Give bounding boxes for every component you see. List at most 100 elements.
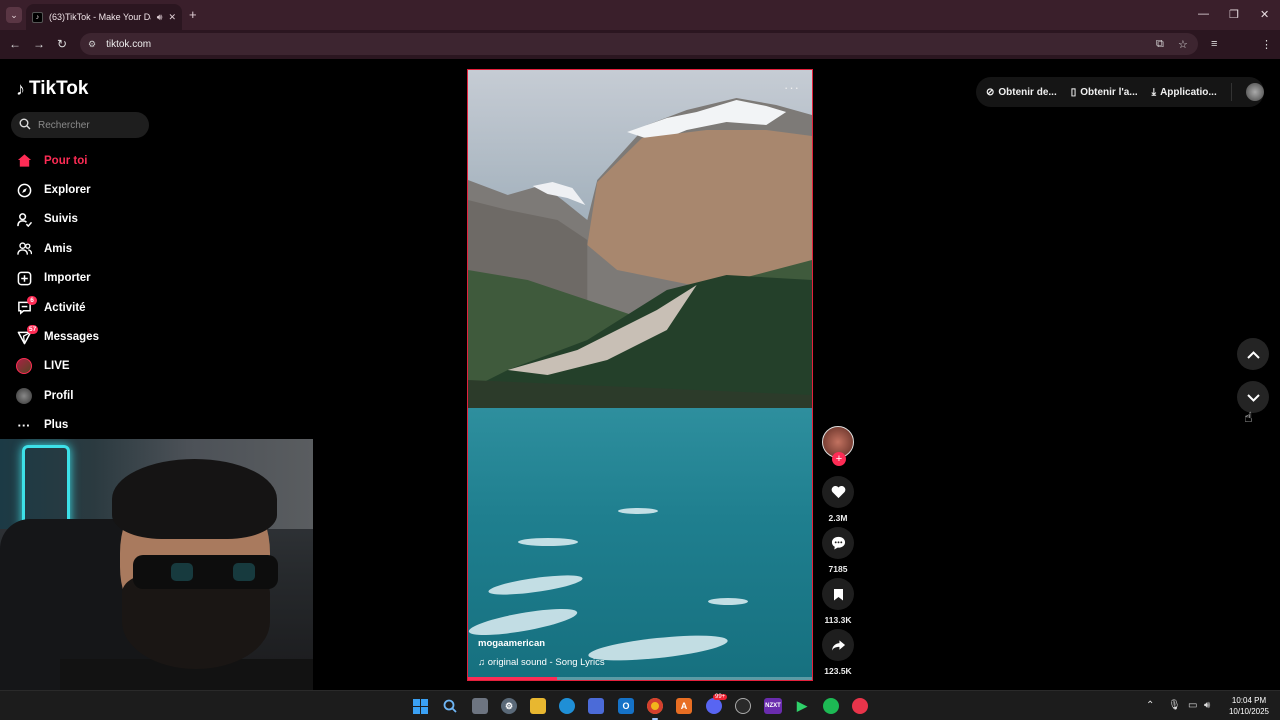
file-explorer-icon[interactable] <box>530 698 546 714</box>
sidebar-item-label: Suivis <box>44 213 78 226</box>
webcam-person-hair <box>112 459 277 539</box>
minimize-icon[interactable]: — <box>1198 8 1209 20</box>
site-info-icon[interactable]: ⚙︎ <box>88 39 96 50</box>
browser-menu-icon[interactable]: ⋮ <box>1261 38 1272 51</box>
nzxt-icon[interactable]: NZXT <box>764 698 782 714</box>
sidebar-item-label: Explorer <box>44 184 91 197</box>
reload-icon[interactable]: ↻ <box>57 37 67 51</box>
chevron-up-icon <box>1246 347 1260 362</box>
desktop-app-label: Applicatio... <box>1160 86 1217 98</box>
media-control-icon[interactable]: ≡ <box>1211 38 1217 50</box>
sidebar-item-amis[interactable]: Amis <box>0 234 200 263</box>
volume-icon[interactable]: 🔊︎ <box>1204 700 1210 711</box>
search-input[interactable]: Rechercher <box>11 112 149 138</box>
video-sound-label: original sound - Song Lyrics <box>487 657 605 668</box>
discord-icon[interactable] <box>706 698 722 714</box>
sidebar-item-messages[interactable]: 57 Messages <box>0 322 200 351</box>
creator-avatar[interactable]: + <box>822 426 854 466</box>
new-tab-button[interactable]: + <box>189 8 197 22</box>
follow-plus-icon[interactable]: + <box>832 452 846 466</box>
bookmark-icon[interactable] <box>822 578 854 610</box>
profile-icon <box>16 387 32 404</box>
outlook-icon[interactable]: O <box>618 698 634 714</box>
tiktok-page: ♪ TikTok Rechercher Pour toi Explorer Su… <box>0 60 1280 690</box>
sidebar-item-profil[interactable]: Profil <box>0 381 200 410</box>
speaker-icon[interactable]: 🔊︎ <box>157 12 163 23</box>
browser-toolbar: ← → ↻ ⚙︎ tiktok.com ⧉ ☆ ≡ ⋮ <box>0 30 1280 80</box>
user-avatar[interactable] <box>1245 83 1264 101</box>
app-a-icon[interactable]: A <box>676 698 692 714</box>
sidebar-item-label: Pour toi <box>44 154 88 167</box>
task-view-icon[interactable] <box>472 698 488 714</box>
top-right-actions: ⊘ Obtenir de... ▯ Obtenir l'a... ⤓ Appli… <box>976 77 1264 107</box>
desktop-app-button[interactable]: ⤓ Applicatio... <box>1152 87 1217 98</box>
url-text: tiktok.com <box>106 38 152 50</box>
sidebar-item-plus[interactable]: ··· Plus <box>0 411 200 440</box>
tiktok-logo[interactable]: ♪ TikTok <box>16 78 88 100</box>
next-video-button[interactable] <box>1237 381 1269 413</box>
comment-count: 7185 <box>828 564 848 574</box>
sidebar-item-pour-toi[interactable]: Pour toi <box>0 146 200 175</box>
system-clock[interactable]: 10:04 PM 10/10/2025 <box>1222 695 1276 717</box>
video-player[interactable]: ··· mogaamerican ♫ original sound - Song… <box>467 69 813 681</box>
browser-tab-tiktok[interactable]: ♪ (63)TikTok - Make Your Day 🔊︎ ✕ <box>26 4 182 30</box>
browser-tab-strip: ⌄ ♪ (63)TikTok - Make Your Day 🔊︎ ✕ + — … <box>0 0 1280 30</box>
back-icon[interactable]: ← <box>9 37 21 51</box>
chrome-icon[interactable] <box>647 698 663 714</box>
phone-icon: ▯ <box>1070 86 1077 98</box>
tiktok-favicon-icon: ♪ <box>32 11 43 23</box>
video-more-options-icon[interactable]: ··· <box>784 80 800 95</box>
chevron-down-icon: ⌄ <box>10 9 18 20</box>
bookmark-star-icon[interactable]: ☆ <box>1178 38 1188 51</box>
search-icon <box>19 118 31 133</box>
share-action[interactable]: 123.5K <box>820 629 856 676</box>
following-icon <box>16 211 32 227</box>
restore-icon[interactable]: ❐ <box>1229 8 1239 21</box>
heart-icon[interactable] <box>822 476 854 508</box>
windows-start-icon[interactable] <box>412 698 428 714</box>
friends-icon <box>16 241 32 257</box>
spotify-icon[interactable] <box>823 698 839 714</box>
share-icon[interactable] <box>822 629 854 661</box>
search-icon[interactable] <box>442 698 458 714</box>
chevron-down-icon <box>1246 390 1260 405</box>
close-window-icon[interactable]: ✕ <box>1260 8 1269 21</box>
close-tab-icon[interactable]: ✕ <box>168 12 176 23</box>
address-bar[interactable]: ⚙︎ tiktok.com <box>80 33 1198 55</box>
microphone-icon[interactable]: 🎙︎ <box>1168 700 1181 711</box>
hand-cursor-icon: ☝︎ <box>1244 409 1253 425</box>
store-icon[interactable] <box>588 698 604 714</box>
install-app-icon[interactable]: ⧉ <box>1156 38 1164 51</box>
comment-icon[interactable] <box>822 527 854 559</box>
github-icon[interactable] <box>735 698 751 714</box>
video-progress-bar[interactable] <box>468 677 812 680</box>
get-app-button[interactable]: ▯ Obtenir l'a... <box>1071 87 1138 98</box>
sidebar-item-label: Profil <box>44 389 74 402</box>
network-icon[interactable]: ▭ <box>1188 700 1197 711</box>
like-action[interactable]: 2.3M <box>820 476 856 523</box>
tab-list-button[interactable]: ⌄ <box>6 7 22 23</box>
sidebar-item-importer[interactable]: Importer <box>0 264 200 293</box>
logo-text: TikTok <box>29 78 89 99</box>
like-count: 2.3M <box>828 513 848 523</box>
video-author[interactable]: mogaamerican <box>478 638 545 649</box>
edge-icon[interactable] <box>559 698 575 714</box>
recorder-icon[interactable] <box>852 698 868 714</box>
comment-action[interactable]: 7185 <box>820 527 856 574</box>
save-action[interactable]: 113.3K <box>820 578 856 625</box>
tiktok-note-icon: ♪ <box>16 78 25 99</box>
forward-icon[interactable]: → <box>33 37 45 51</box>
sidebar-item-label: Messages <box>44 331 99 344</box>
webcam-sunglasses <box>133 555 278 589</box>
settings-icon[interactable]: ⚙︎ <box>501 698 517 714</box>
sidebar-item-explorer[interactable]: Explorer <box>0 175 200 204</box>
sidebar-item-live[interactable]: LIVE <box>0 352 200 381</box>
clock-date: 10/10/2025 <box>1228 707 1270 716</box>
video-sound[interactable]: ♫ original sound - Song Lyrics <box>478 657 605 668</box>
previous-video-button[interactable] <box>1237 338 1269 370</box>
play-icon[interactable]: ▶ <box>794 698 810 714</box>
sidebar-item-suivis[interactable]: Suivis <box>0 205 200 234</box>
tray-chevron-up-icon[interactable]: ⌃ <box>1146 700 1154 711</box>
get-coins-button[interactable]: ⊘ Obtenir de... <box>986 87 1057 98</box>
sidebar-item-activite[interactable]: 6 Activité <box>0 293 200 322</box>
